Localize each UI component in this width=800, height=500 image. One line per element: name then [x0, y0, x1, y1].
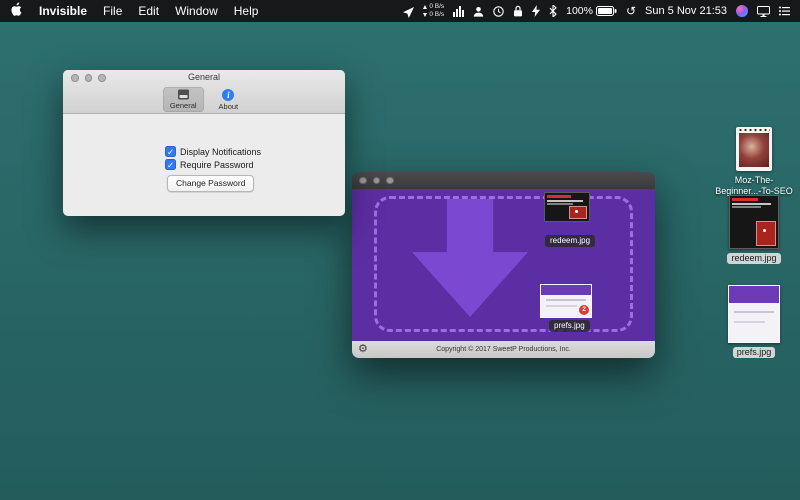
prefs-file-label: prefs.jpg	[549, 320, 590, 332]
tab-general-label: General	[170, 101, 197, 110]
document-cover	[739, 133, 769, 167]
gear-icon[interactable]: ⚙	[358, 343, 368, 356]
copyright-text: Copyright © 2017 SweetP Productions, Inc…	[436, 346, 571, 353]
moz-file-label: Moz-The- Beginner...-To-SEO	[715, 175, 793, 197]
upload-rate: 0 B/s	[429, 3, 444, 11]
battery-status[interactable]: 100%	[566, 5, 617, 17]
bolt-icon[interactable]	[532, 5, 540, 17]
battery-percentage: 100%	[566, 5, 593, 17]
drop-window-footer: ⚙ Copyright © 2017 SweetP Productions, I…	[352, 341, 655, 358]
info-icon: i	[222, 89, 234, 101]
bluetooth-icon[interactable]	[549, 5, 557, 17]
apple-menu-icon[interactable]	[10, 2, 23, 20]
require-password-option: ✓ Require Password	[165, 159, 254, 170]
location-icon[interactable]	[403, 6, 414, 17]
menu-file[interactable]: File	[103, 4, 122, 18]
window-title: General	[63, 72, 345, 82]
require-password-label: Require Password	[180, 160, 254, 170]
siri-icon[interactable]	[736, 5, 748, 17]
lock-icon[interactable]	[513, 5, 523, 17]
invisible-drop-window: redeem.jpg 2 prefs.jpg ⚙ Copyright © 201…	[352, 172, 655, 358]
tab-about-label: About	[219, 102, 239, 111]
desktop-icon-redeem-jpg[interactable]: redeem.jpg	[714, 195, 794, 264]
desktop[interactable]: { "colors": { "desktop_teal": "#2e7070",…	[0, 0, 800, 500]
bars-icon[interactable]	[453, 6, 464, 17]
display-notifications-label: Display Notifications	[180, 147, 261, 157]
display-notifications-checkbox[interactable]: ✓	[165, 146, 176, 157]
prefs-thumbnail[interactable]: 2	[540, 284, 592, 318]
require-password-checkbox[interactable]: ✓	[165, 159, 176, 170]
preferences-content: ✓ Display Notifications ✓ Require Passwo…	[63, 114, 345, 215]
upload-arrow-icon	[423, 5, 427, 9]
desktop-icon-moz-pdf[interactable]: Moz-The- Beginner...-To-SEO	[714, 127, 794, 197]
menu-help[interactable]: Help	[234, 4, 259, 18]
spiral-binding	[738, 128, 770, 132]
prefs-file-label: prefs.jpg	[733, 347, 776, 358]
redeem-image-thumbnail	[729, 195, 779, 249]
menu-bar-clock[interactable]: Sun 5 Nov 21:53	[645, 5, 727, 17]
display-icon[interactable]	[757, 6, 770, 17]
prefs-image-thumbnail	[728, 285, 780, 343]
desktop-icon-prefs-jpg[interactable]: prefs.jpg	[714, 285, 794, 358]
tab-about[interactable]: i About	[212, 87, 246, 112]
notification-badge: 2	[579, 305, 589, 315]
menu-edit[interactable]: Edit	[138, 4, 159, 18]
clock-icon[interactable]	[493, 6, 504, 17]
display-notifications-option: ✓ Display Notifications	[165, 146, 261, 157]
menu-window[interactable]: Window	[175, 4, 218, 18]
window-controls	[359, 177, 394, 185]
preferences-titlebar[interactable]: General General i About	[63, 70, 345, 114]
minimize-button[interactable]	[373, 177, 381, 185]
drop-zone[interactable]: redeem.jpg 2 prefs.jpg	[352, 189, 655, 341]
network-meter[interactable]: 0 B/s 0 B/s	[423, 3, 444, 19]
redeem-thumbnail[interactable]	[544, 192, 590, 222]
download-arrow-icon	[423, 13, 427, 17]
general-icon	[177, 89, 190, 100]
redeem-file-label: redeem.jpg	[545, 235, 595, 247]
user-icon[interactable]	[473, 6, 484, 17]
battery-icon	[596, 6, 617, 16]
download-rate: 0 B/s	[429, 11, 444, 19]
redeem-file-label: redeem.jpg	[727, 253, 780, 264]
menu-bar: Invisible File Edit Window Help 0 B/s 0 …	[0, 0, 800, 22]
zoom-button[interactable]	[386, 177, 394, 185]
drop-window-titlebar[interactable]	[352, 172, 655, 189]
notification-center-icon[interactable]	[779, 6, 790, 16]
close-button[interactable]	[359, 177, 367, 185]
change-password-button[interactable]: Change Password	[167, 175, 254, 192]
app-menu-invisible[interactable]: Invisible	[39, 4, 87, 18]
time-machine-icon[interactable]: ↺	[626, 5, 636, 17]
preferences-window: General General i About ✓ Display Notifi…	[63, 70, 345, 216]
tab-general[interactable]: General	[163, 87, 204, 112]
preferences-toolbar: General i About	[63, 87, 345, 112]
moz-document-icon	[736, 127, 772, 171]
